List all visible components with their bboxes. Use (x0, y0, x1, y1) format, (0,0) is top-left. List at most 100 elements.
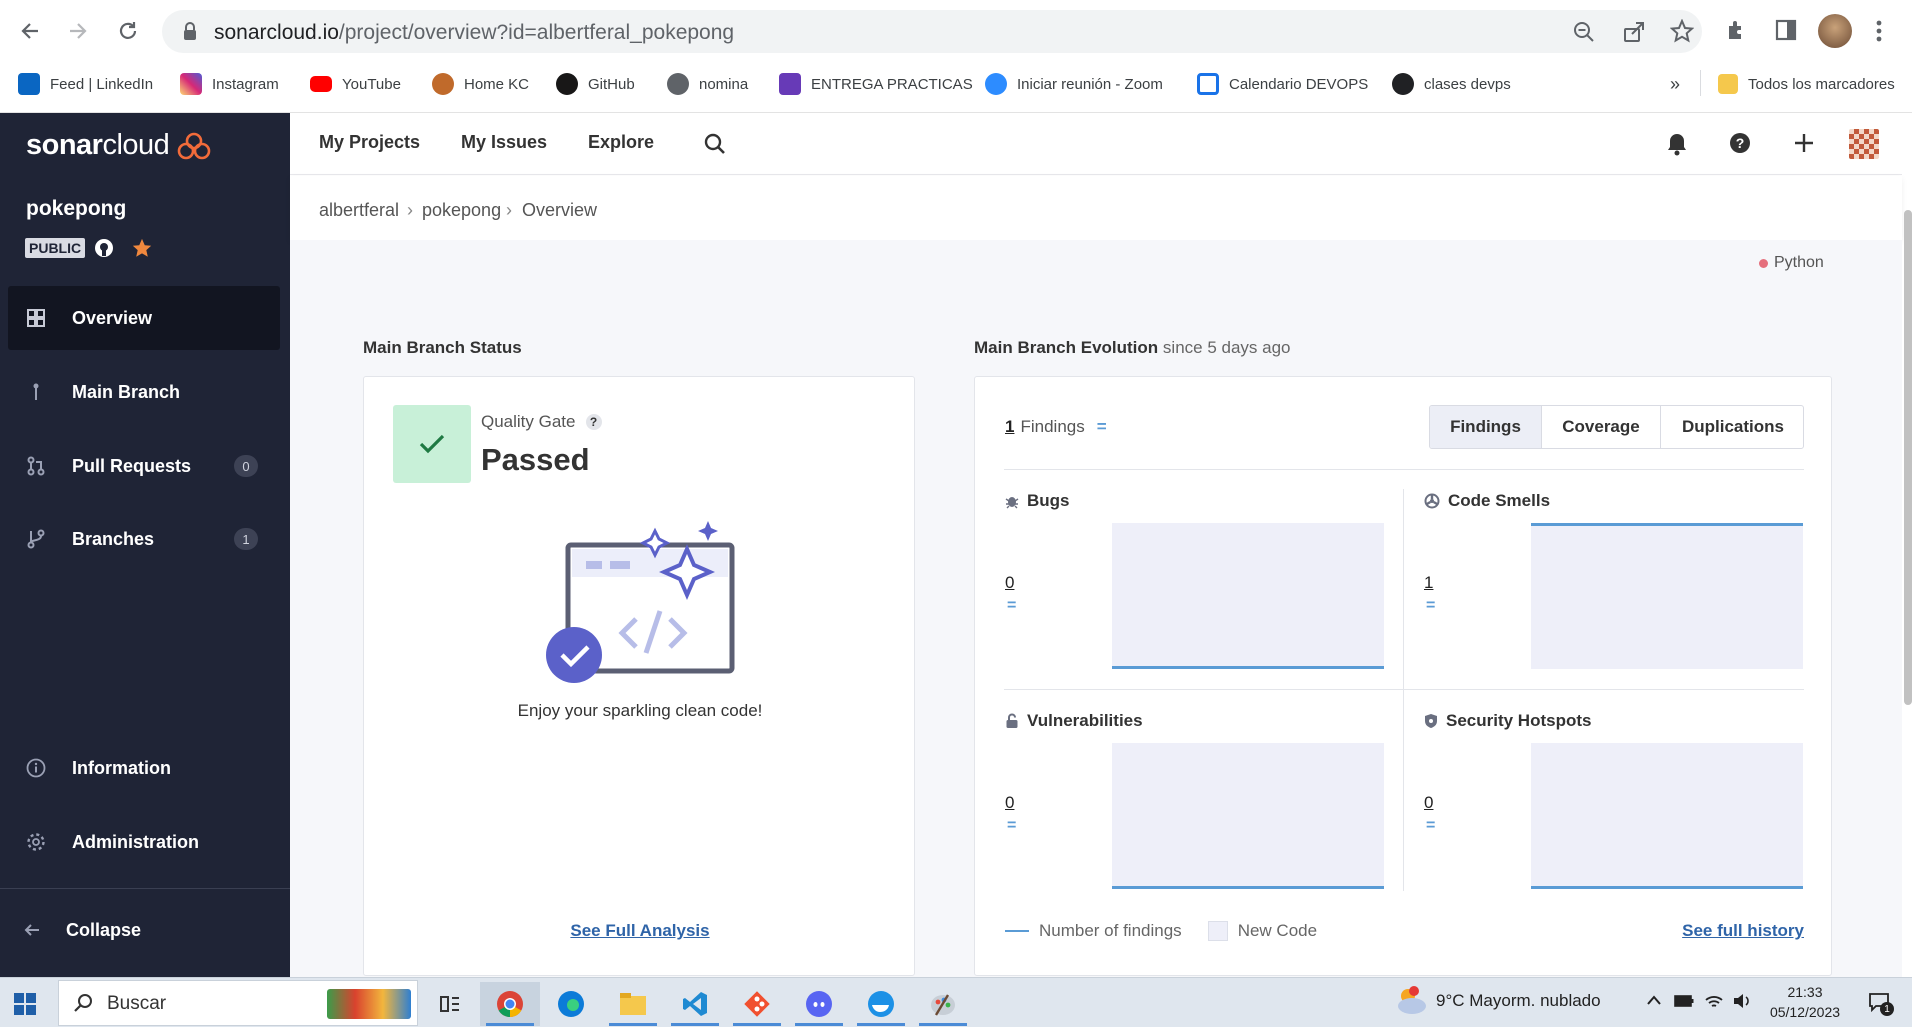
notifications-icon[interactable]: 1 (1868, 992, 1894, 1016)
bookmark-label: Home KC (464, 75, 530, 93)
divider (1403, 489, 1404, 891)
explorer-taskbar-icon[interactable] (603, 982, 663, 1026)
bookmark-nomina[interactable]: nomina (667, 70, 748, 98)
sidebar-item-administration[interactable]: Administration (8, 810, 280, 874)
chevron-up-icon[interactable] (1646, 994, 1662, 1006)
bugs-value[interactable]: 0 (1005, 573, 1014, 593)
share-icon[interactable] (1622, 20, 1646, 44)
bugs-metric[interactable]: Bugs (1005, 491, 1070, 511)
legend-new-code-label: New Code (1237, 921, 1318, 940)
nav-explore[interactable]: Explore (588, 132, 654, 153)
code-smells-value[interactable]: 1 (1424, 573, 1433, 593)
star-icon[interactable] (1670, 19, 1694, 43)
github-icon[interactable] (94, 238, 114, 258)
sidebar-item-information[interactable]: Information (8, 736, 280, 800)
quality-gate-label: Quality Gate ? (481, 412, 602, 432)
tab-findings[interactable]: Findings (1430, 406, 1541, 448)
volume-icon[interactable] (1732, 992, 1752, 1010)
gifts-icon (327, 989, 411, 1019)
pull-request-icon (26, 456, 46, 476)
help-icon[interactable]: ? (585, 414, 602, 430)
discord-taskbar-icon[interactable] (789, 982, 849, 1026)
browser-chrome: sonarcloud.io/project/overview?id=albert… (0, 0, 1912, 113)
bookmark-label: Feed | LinkedIn (50, 75, 154, 93)
code-smells-metric[interactable]: Code Smells (1424, 491, 1550, 511)
tab-duplications[interactable]: Duplications (1660, 406, 1803, 448)
nav-my-issues[interactable]: My Issues (461, 132, 547, 153)
bookmark-entrega[interactable]: ENTREGA PRACTICAS (779, 70, 973, 98)
gear-icon (26, 832, 46, 852)
edge-taskbar-icon[interactable] (541, 982, 601, 1026)
zoom-out-icon[interactable] (1572, 20, 1596, 44)
clock[interactable]: 21:33 05/12/2023 (1765, 982, 1845, 1022)
sonarcloud-logo[interactable]: sonarcloud (26, 129, 211, 162)
notification-count: 1 (1880, 1002, 1894, 1016)
address-bar[interactable]: sonarcloud.io/project/overview?id=albert… (162, 10, 1702, 53)
cloud-weather-icon (1398, 986, 1426, 1014)
plus-icon[interactable] (1793, 132, 1815, 154)
bookmark-label: Instagram (212, 75, 279, 93)
bookmark-zoom[interactable]: Iniciar reunión - Zoom (985, 70, 1163, 98)
reload-icon[interactable] (110, 13, 146, 49)
profile-avatar[interactable] (1818, 14, 1852, 48)
nav-my-projects[interactable]: My Projects (319, 132, 420, 153)
sidebar-item-main-branch[interactable]: Main Branch (8, 360, 280, 424)
tab-coverage[interactable]: Coverage (1541, 406, 1660, 448)
side-panel-icon[interactable] (1775, 19, 1797, 41)
browser-menu-icon[interactable] (1876, 20, 1882, 42)
more-bookmarks[interactable]: » (1670, 70, 1680, 98)
user-avatar[interactable] (1849, 129, 1879, 159)
vulnerabilities-value[interactable]: 0 (1005, 793, 1014, 813)
bookmark-calendar[interactable]: Calendario DEVOPS (1197, 70, 1368, 98)
forward-icon[interactable] (60, 13, 96, 49)
breadcrumb-separator: › (506, 200, 512, 220)
windows-start-icon[interactable] (14, 993, 36, 1015)
bell-icon[interactable] (1666, 132, 1688, 156)
taskbar-search[interactable]: Buscar (58, 980, 418, 1026)
all-bookmarks[interactable]: Todos los marcadores (1718, 70, 1895, 98)
bug-icon (1005, 497, 1019, 509)
running-indicator (609, 1023, 657, 1026)
bookmark-home-kc[interactable]: Home KC (432, 70, 529, 98)
findings-count[interactable]: 1 (1005, 417, 1014, 437)
battery-icon[interactable] (1674, 994, 1694, 1008)
collapse-button[interactable]: Collapse (4, 898, 276, 962)
favorite-star-icon[interactable] (131, 237, 153, 259)
sidebar-item-pull-requests[interactable]: Pull Requests 0 (8, 434, 280, 498)
bookmark-instagram[interactable]: Instagram (180, 70, 279, 98)
sidebar-item-overview[interactable]: Overview (8, 286, 280, 350)
findings-summary: 1 Findings = (1005, 417, 1107, 437)
paint-taskbar-icon[interactable] (913, 982, 973, 1026)
docker-taskbar-icon[interactable] (851, 982, 911, 1026)
search-icon[interactable] (704, 133, 726, 155)
extensions-icon[interactable] (1725, 18, 1749, 42)
breadcrumb-org[interactable]: albertferal (319, 200, 399, 221)
see-full-history-link[interactable]: See full history (1604, 921, 1804, 941)
git-taskbar-icon[interactable] (727, 982, 787, 1026)
bookmark-github[interactable]: GitHub (556, 70, 635, 98)
sidebar-item-branches[interactable]: Branches 1 (8, 507, 280, 571)
page-scrollbar[interactable] (1904, 210, 1912, 705)
branches-count: 1 (234, 528, 258, 550)
vulnerabilities-metric[interactable]: Vulnerabilities (1005, 711, 1143, 731)
see-full-analysis-link[interactable]: See Full Analysis (364, 921, 916, 941)
wifi-icon[interactable] (1704, 992, 1724, 1010)
bookmark-linkedin[interactable]: Feed | LinkedIn (18, 70, 153, 98)
bookmark-label: Calendario DEVOPS (1229, 75, 1369, 93)
arrow-left-icon (22, 920, 42, 940)
back-icon[interactable] (12, 13, 48, 49)
vscode-taskbar-icon[interactable] (665, 982, 725, 1026)
bookmark-clases[interactable]: clases devps (1392, 70, 1511, 98)
bookmark-youtube[interactable]: YouTube (310, 70, 401, 98)
weather-widget[interactable]: 9°C Mayorm. nublado (1394, 986, 1601, 1016)
help-icon[interactable]: ? (1729, 132, 1751, 154)
breadcrumb-project[interactable]: pokepong (422, 200, 501, 221)
chrome-taskbar-icon[interactable] (480, 982, 540, 1026)
clean-code-message: Enjoy your sparkling clean code! (517, 701, 763, 720)
task-view-icon[interactable] (420, 982, 480, 1026)
security-hotspots-metric[interactable]: Security Hotspots (1424, 711, 1591, 731)
evolution-tabs: Findings Coverage Duplications (1429, 405, 1804, 449)
security-hotspots-value[interactable]: 0 (1424, 793, 1433, 813)
bugs-label: Bugs (1027, 491, 1070, 510)
shield-icon (1425, 714, 1437, 728)
